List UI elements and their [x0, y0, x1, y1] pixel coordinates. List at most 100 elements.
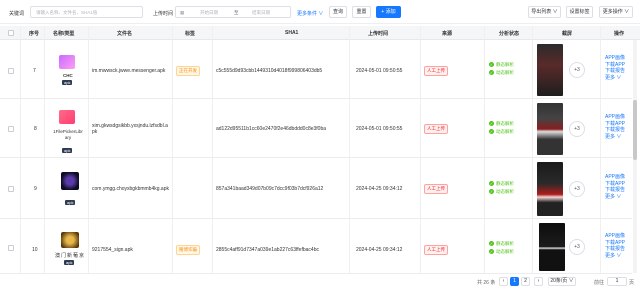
screenshot-thumb[interactable] [537, 162, 563, 216]
table-row[interactable]: 7 CHC apk im.mwwsck.jwwe.messenger.apk 正… [0, 41, 632, 99]
app-profile-link[interactable]: APP画像 [605, 55, 625, 62]
download-report-link[interactable]: 下载报告 [605, 187, 625, 194]
sha1-value: 857a341baad349d07b09c7dcc9f03b7dcf926a12 [216, 186, 324, 192]
app-name: 1FilePickerLibrary [53, 129, 83, 140]
row-checkbox[interactable] [8, 245, 14, 251]
download-report-link[interactable]: 下载报告 [605, 127, 625, 134]
set-tag-button[interactable]: 设置标签 [566, 6, 593, 18]
page-1-button[interactable]: 1 [510, 277, 519, 286]
check-icon: ✓ [489, 249, 494, 255]
static-analysis-status: ✓ 静态解析 [489, 181, 514, 187]
type-badge: apk [62, 148, 73, 153]
col-upload-time: 上传时间 [368, 31, 389, 37]
app-icon [61, 172, 79, 190]
more-actions-link[interactable]: 更多 ∨ [605, 134, 625, 141]
static-analysis-status: ✓ 静态解析 [489, 241, 514, 247]
dynamic-analysis-status: ✓ 动态解析 [489, 189, 514, 195]
upload-time: 2024-04-25 09:34:12 [356, 186, 403, 192]
row-actions: APP画像 下载APP 下载报告 更多 ∨ [605, 114, 625, 140]
table-row[interactable]: 10 澳门新葡京 apk 9217554_sign.apk 赌博诈骗 2855c… [0, 220, 632, 274]
date-range-input[interactable]: ▦ 开始日期 至 结束日期 [175, 6, 291, 18]
vertical-scrollbar[interactable] [633, 40, 637, 273]
select-all-checkbox[interactable] [8, 30, 14, 36]
check-icon: ✓ [489, 62, 494, 68]
screenshot-thumb[interactable] [539, 223, 565, 271]
table-header: 序号 名称/类型 文件名 标签 SHA1 上传时间 来源 分析状态 截屏 操作 [0, 26, 640, 40]
dynamic-analysis-status: ✓ 动态解析 [489, 70, 514, 76]
calendar-icon: ▦ [180, 10, 185, 15]
query-button[interactable]: 查询 [329, 6, 347, 18]
more-ops-button[interactable]: 更多操作 ∨ [599, 6, 633, 18]
check-icon: ✓ [489, 181, 494, 187]
more-screenshots-button[interactable]: +3 [569, 62, 585, 78]
col-tag: 标签 [185, 31, 196, 37]
page-2-button[interactable]: 2 [521, 277, 530, 286]
col-screenshots: 截屏 [562, 31, 573, 37]
app-name: CHC [63, 73, 73, 78]
reset-button[interactable]: 重置 [352, 6, 371, 18]
col-name-type: 名称/类型 [53, 31, 75, 37]
more-screenshots-button[interactable]: +3 [569, 239, 585, 255]
app-icon [61, 232, 79, 248]
row-actions: APP画像 下载APP 下载报告 更多 ∨ [605, 55, 625, 81]
upload-time: 2024-05-01 09:50:55 [356, 126, 403, 132]
upload-time-label: 上传时间 [153, 11, 174, 17]
table-row[interactable]: 9 apk com.ymgg.choyxbgkbmmb4kg.apk 857a3… [0, 159, 632, 219]
row-actions: APP画像 下载APP 下载报告 更多 ∨ [605, 233, 625, 259]
static-analysis-status: ✓ 静态解析 [489, 121, 514, 127]
app-icon [59, 55, 75, 69]
check-icon: ✓ [489, 121, 494, 127]
type-badge: apk [64, 260, 75, 265]
pagination: 共 26 条 ‹ 1 2 3 › 20条/页 ∨ 前往 1 页 [0, 274, 640, 289]
upload-time: 2024-05-01 09:50:55 [356, 68, 403, 74]
app-name: 澳门新葡京 [55, 253, 86, 259]
screenshot-thumb[interactable] [537, 44, 563, 96]
table-row[interactable]: 8 1FilePickerLibrary apk xim.gkwsdgsikbb… [0, 100, 632, 158]
goto-page-input[interactable]: 1 [607, 277, 627, 286]
dynamic-analysis-status: ✓ 动态解析 [489, 249, 514, 255]
col-filename: 文件名 [117, 31, 133, 37]
dynamic-analysis-status: ✓ 动态解析 [489, 129, 514, 135]
keyword-label: 关键词 [9, 11, 25, 17]
tag-badge: 正在开发 [176, 66, 200, 76]
more-screenshots-button[interactable]: +3 [569, 121, 585, 137]
app-profile-link[interactable]: APP画像 [605, 114, 625, 121]
scrollbar-thumb[interactable] [633, 100, 637, 160]
page-size-select[interactable]: 20条/页 ∨ [548, 277, 576, 286]
more-actions-link[interactable]: 更多 ∨ [605, 194, 625, 201]
screenshot-thumb[interactable] [537, 103, 563, 155]
source-badge: 人工上传 [424, 184, 448, 194]
row-actions: APP画像 下载APP 下载报告 更多 ∨ [605, 174, 625, 200]
row-checkbox[interactable] [8, 126, 14, 132]
type-badge: apk [62, 80, 73, 85]
sha1-value: ad122d95511b1cc60e2470f2e46dbddd0c8e3f0b… [216, 126, 327, 132]
app-profile-link[interactable]: APP画像 [605, 233, 625, 240]
row-checkbox[interactable] [8, 68, 14, 74]
row-checkbox[interactable] [8, 186, 14, 192]
download-report-link[interactable]: 下载报告 [605, 246, 625, 253]
goto-label: 前往 [594, 280, 605, 286]
check-icon: ✓ [489, 189, 494, 195]
filename: 9217554_sign.apk [92, 247, 133, 253]
add-button[interactable]: + 添加 [376, 6, 401, 18]
col-index: 序号 [29, 31, 40, 37]
type-badge: apk [65, 200, 76, 205]
filename: im.mwwsck.jwwe.messenger.apk [92, 68, 166, 74]
more-actions-link[interactable]: 更多 ∨ [605, 75, 625, 82]
upload-time: 2024-04-25 09:34:12 [356, 247, 403, 253]
more-screenshots-button[interactable]: +3 [569, 181, 585, 197]
more-conditions-link[interactable]: 更多条件 ∨ [297, 10, 323, 17]
more-actions-link[interactable]: 更多 ∨ [605, 253, 625, 260]
source-badge: 人工上传 [424, 124, 448, 134]
col-source: 来源 [442, 31, 453, 37]
prev-page-button[interactable]: ‹ [499, 277, 508, 286]
row-index: 9 [34, 186, 37, 192]
col-sha1: SHA1 [285, 30, 299, 36]
app-profile-link[interactable]: APP画像 [605, 174, 625, 181]
next-page-button[interactable]: › [534, 277, 543, 286]
keyword-input[interactable]: 请输入名称、文件名、SHA1值 [30, 6, 143, 18]
filename: com.ymgg.choyxbgkbmmb4kg.apk [92, 186, 169, 192]
download-report-link[interactable]: 下载报告 [605, 68, 625, 75]
total-count: 共 26 条 [477, 280, 496, 286]
export-list-button[interactable]: 导出列表 ∨ [528, 6, 561, 18]
